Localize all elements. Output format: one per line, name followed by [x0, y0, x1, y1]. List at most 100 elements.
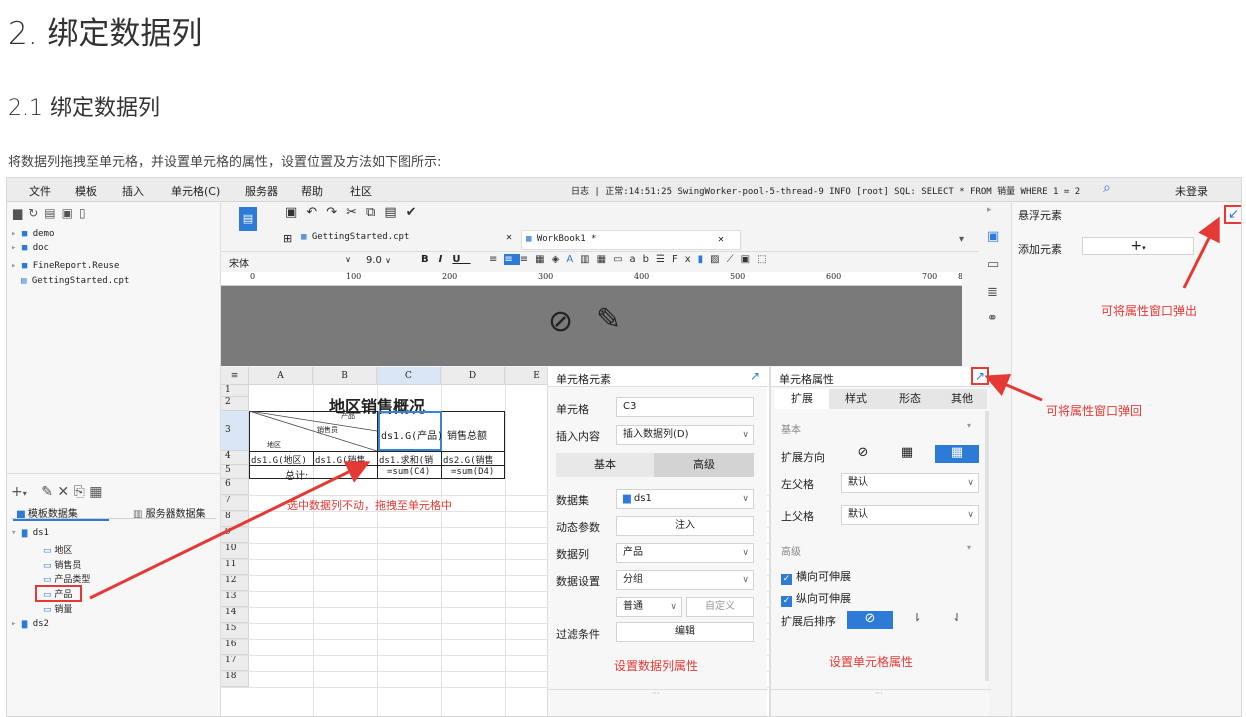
menu-insert[interactable]: 插入 — [122, 183, 144, 199]
corner-select[interactable]: ≡ — [221, 367, 249, 385]
tab-menu-icon[interactable]: ▾ — [959, 234, 964, 245]
delete-icon[interactable]: ✕ — [57, 484, 69, 500]
tree-item-reuse[interactable]: ▸ ■ FineReport.Reuse — [11, 261, 119, 271]
row-header[interactable]: 17 — [221, 655, 249, 671]
col-header[interactable]: D — [441, 367, 505, 385]
chevron-down-icon[interactable]: ▾ — [23, 489, 27, 498]
format-brush-icon[interactable]: ✔ — [406, 205, 426, 220]
preview-icon[interactable]: ⎘ — [74, 484, 85, 500]
new-sheet-icon[interactable]: ⊞ — [283, 232, 292, 245]
row-header[interactable]: 2 — [221, 397, 249, 411]
col-header[interactable]: A — [249, 367, 313, 385]
edit-icon[interactable]: ✎ — [41, 484, 53, 500]
add-element-button[interactable]: +▾ — [1082, 237, 1194, 255]
cell-d5[interactable]: =sum(D4) — [451, 467, 494, 477]
font-size-select[interactable]: 9.0 ∨ — [366, 255, 391, 266]
no-expand-icon[interactable]: ⊘ — [847, 445, 879, 463]
col-header-selected[interactable]: C — [377, 367, 441, 385]
vertical-expand-icon[interactable]: ▦ — [891, 445, 923, 463]
tab-expand[interactable]: 扩展 — [775, 389, 829, 409]
font-select[interactable]: 宋体 ∨ — [229, 255, 351, 270]
locate-icon[interactable]: ▣ — [62, 206, 79, 220]
tab-gettingstarted[interactable]: ▦ GettingStarted.cpt ✕ — [301, 232, 521, 250]
widget-icon[interactable]: ▭ — [987, 257, 999, 272]
row-header-selected[interactable]: 3 — [221, 411, 249, 451]
tree-dataset-ds1[interactable]: ▾ ▆ ds1 — [11, 528, 49, 538]
col-header[interactable]: B — [313, 367, 377, 385]
field-item[interactable]: ▭ 销售员 — [43, 558, 81, 571]
scrollbar[interactable] — [985, 411, 989, 681]
fill-color-icon[interactable]: ◈ — [552, 254, 567, 265]
hyperlink-icon[interactable]: ⚭ — [987, 311, 998, 326]
cell-name-input[interactable]: C3 — [616, 397, 754, 417]
pencil-icon[interactable]: ✎ — [596, 302, 621, 337]
cell-b4[interactable]: ds1.G(销售 — [315, 453, 375, 466]
align-left-icon[interactable]: ≡ — [489, 254, 504, 265]
custom-button[interactable]: 自定义 — [686, 597, 754, 617]
field-item-selected[interactable]: ▭ 产品 — [35, 585, 83, 602]
chevron-down-icon[interactable]: ▾ — [967, 543, 971, 552]
menu-help[interactable]: 帮助 — [301, 183, 323, 199]
chevron-down-icon[interactable]: ▾ — [967, 421, 971, 430]
login-link[interactable]: 未登录 — [1175, 183, 1208, 199]
left-parent-select[interactable]: 默认 ∨ — [841, 473, 979, 493]
bold-icon[interactable]: B — [421, 254, 439, 265]
popout-icon[interactable]: ↗ — [750, 369, 760, 383]
list-icon[interactable]: ☰ — [656, 254, 672, 265]
cell-a5[interactable]: 总计: — [285, 467, 308, 482]
resize-handle[interactable]: ··· — [875, 689, 883, 698]
formula-icon[interactable]: Fx — [672, 254, 698, 265]
row-header[interactable]: 14 — [221, 607, 249, 623]
merge-icon[interactable]: ▥ — [580, 254, 596, 265]
condition-icon[interactable]: ≣ — [987, 285, 998, 300]
search-icon[interactable]: ⌕ — [1103, 180, 1111, 196]
horizontal-expand-icon[interactable]: ▦ — [935, 445, 979, 463]
delete-icon[interactable]: ▯ — [79, 206, 92, 220]
unmerge-icon[interactable]: ▦ — [597, 254, 613, 265]
cell-a4[interactable]: ds1.G(地区) — [251, 453, 307, 466]
align-right-icon[interactable]: ≡ — [520, 254, 535, 265]
cell-c5[interactable]: =sum(C4) — [387, 467, 430, 477]
menu-file[interactable]: 文件 — [29, 183, 51, 199]
text-icon[interactable]: ab — [630, 254, 656, 265]
font-color-icon[interactable]: A — [566, 254, 580, 265]
row-header[interactable]: 18 — [221, 671, 249, 687]
undo-icon[interactable]: ↶ — [306, 205, 326, 220]
italic-icon[interactable]: I — [439, 254, 453, 265]
tree-item-demo[interactable]: ▸ ■ demo — [11, 229, 54, 239]
tab-advanced[interactable]: 高级 — [654, 453, 754, 477]
align-center-icon[interactable]: ≡ — [504, 254, 520, 265]
copy-icon[interactable]: ⧉ — [366, 205, 384, 220]
cell-attr-icon[interactable]: ▣ — [987, 229, 999, 244]
folder-icon[interactable]: ▆ — [13, 206, 28, 220]
tab-workbook1[interactable]: ▦ WorkBook1 * ✕ — [521, 230, 741, 250]
sort-asc-icon[interactable]: ⇂ — [905, 611, 929, 629]
slash-icon[interactable]: ⟋ — [727, 254, 741, 265]
close-icon[interactable]: ✕ — [506, 232, 512, 243]
more-icon[interactable]: ⬚ — [757, 254, 773, 265]
sort-desc-icon[interactable]: ⇃ — [945, 611, 969, 629]
row-header[interactable]: 13 — [221, 591, 249, 607]
data-setting-select[interactable]: 分组 ∨ — [616, 570, 754, 590]
add-dataset-icon[interactable]: + — [11, 484, 23, 500]
tab-basic[interactable]: 基本 — [556, 453, 654, 477]
row-header[interactable]: 1 — [221, 385, 249, 397]
v-stretch-checkbox[interactable]: ✓ 纵向可伸展 — [781, 590, 851, 607]
cell-c4[interactable]: ds1.求和(销 — [379, 453, 439, 466]
tree-dataset-ds2[interactable]: ▸ ▆ ds2 — [11, 619, 49, 629]
cell-d4[interactable]: ds2.G(销售 — [443, 453, 503, 466]
row-header[interactable]: 6 — [221, 479, 249, 495]
textfield-icon[interactable]: ▭ — [613, 254, 629, 265]
cell-c3[interactable]: ds1.G(产品) — [381, 427, 443, 442]
tab-style[interactable]: 样式 — [829, 389, 883, 409]
row-header[interactable]: 7 — [221, 495, 249, 511]
dataset-select[interactable]: ▆ ds1 ∨ — [616, 489, 754, 509]
save-icon[interactable]: ▣ — [285, 205, 306, 220]
paste-icon[interactable]: ▤ — [384, 205, 405, 220]
chevron-right-icon[interactable]: ▸ — [987, 205, 992, 215]
cell-d3[interactable]: 销售总额 — [447, 427, 487, 442]
row-header[interactable]: 4 — [221, 451, 249, 465]
menu-server[interactable]: 服务器 — [245, 183, 278, 199]
field-item[interactable]: ▭ 地区 — [43, 543, 72, 556]
border-icon[interactable]: ▦ — [535, 254, 551, 265]
